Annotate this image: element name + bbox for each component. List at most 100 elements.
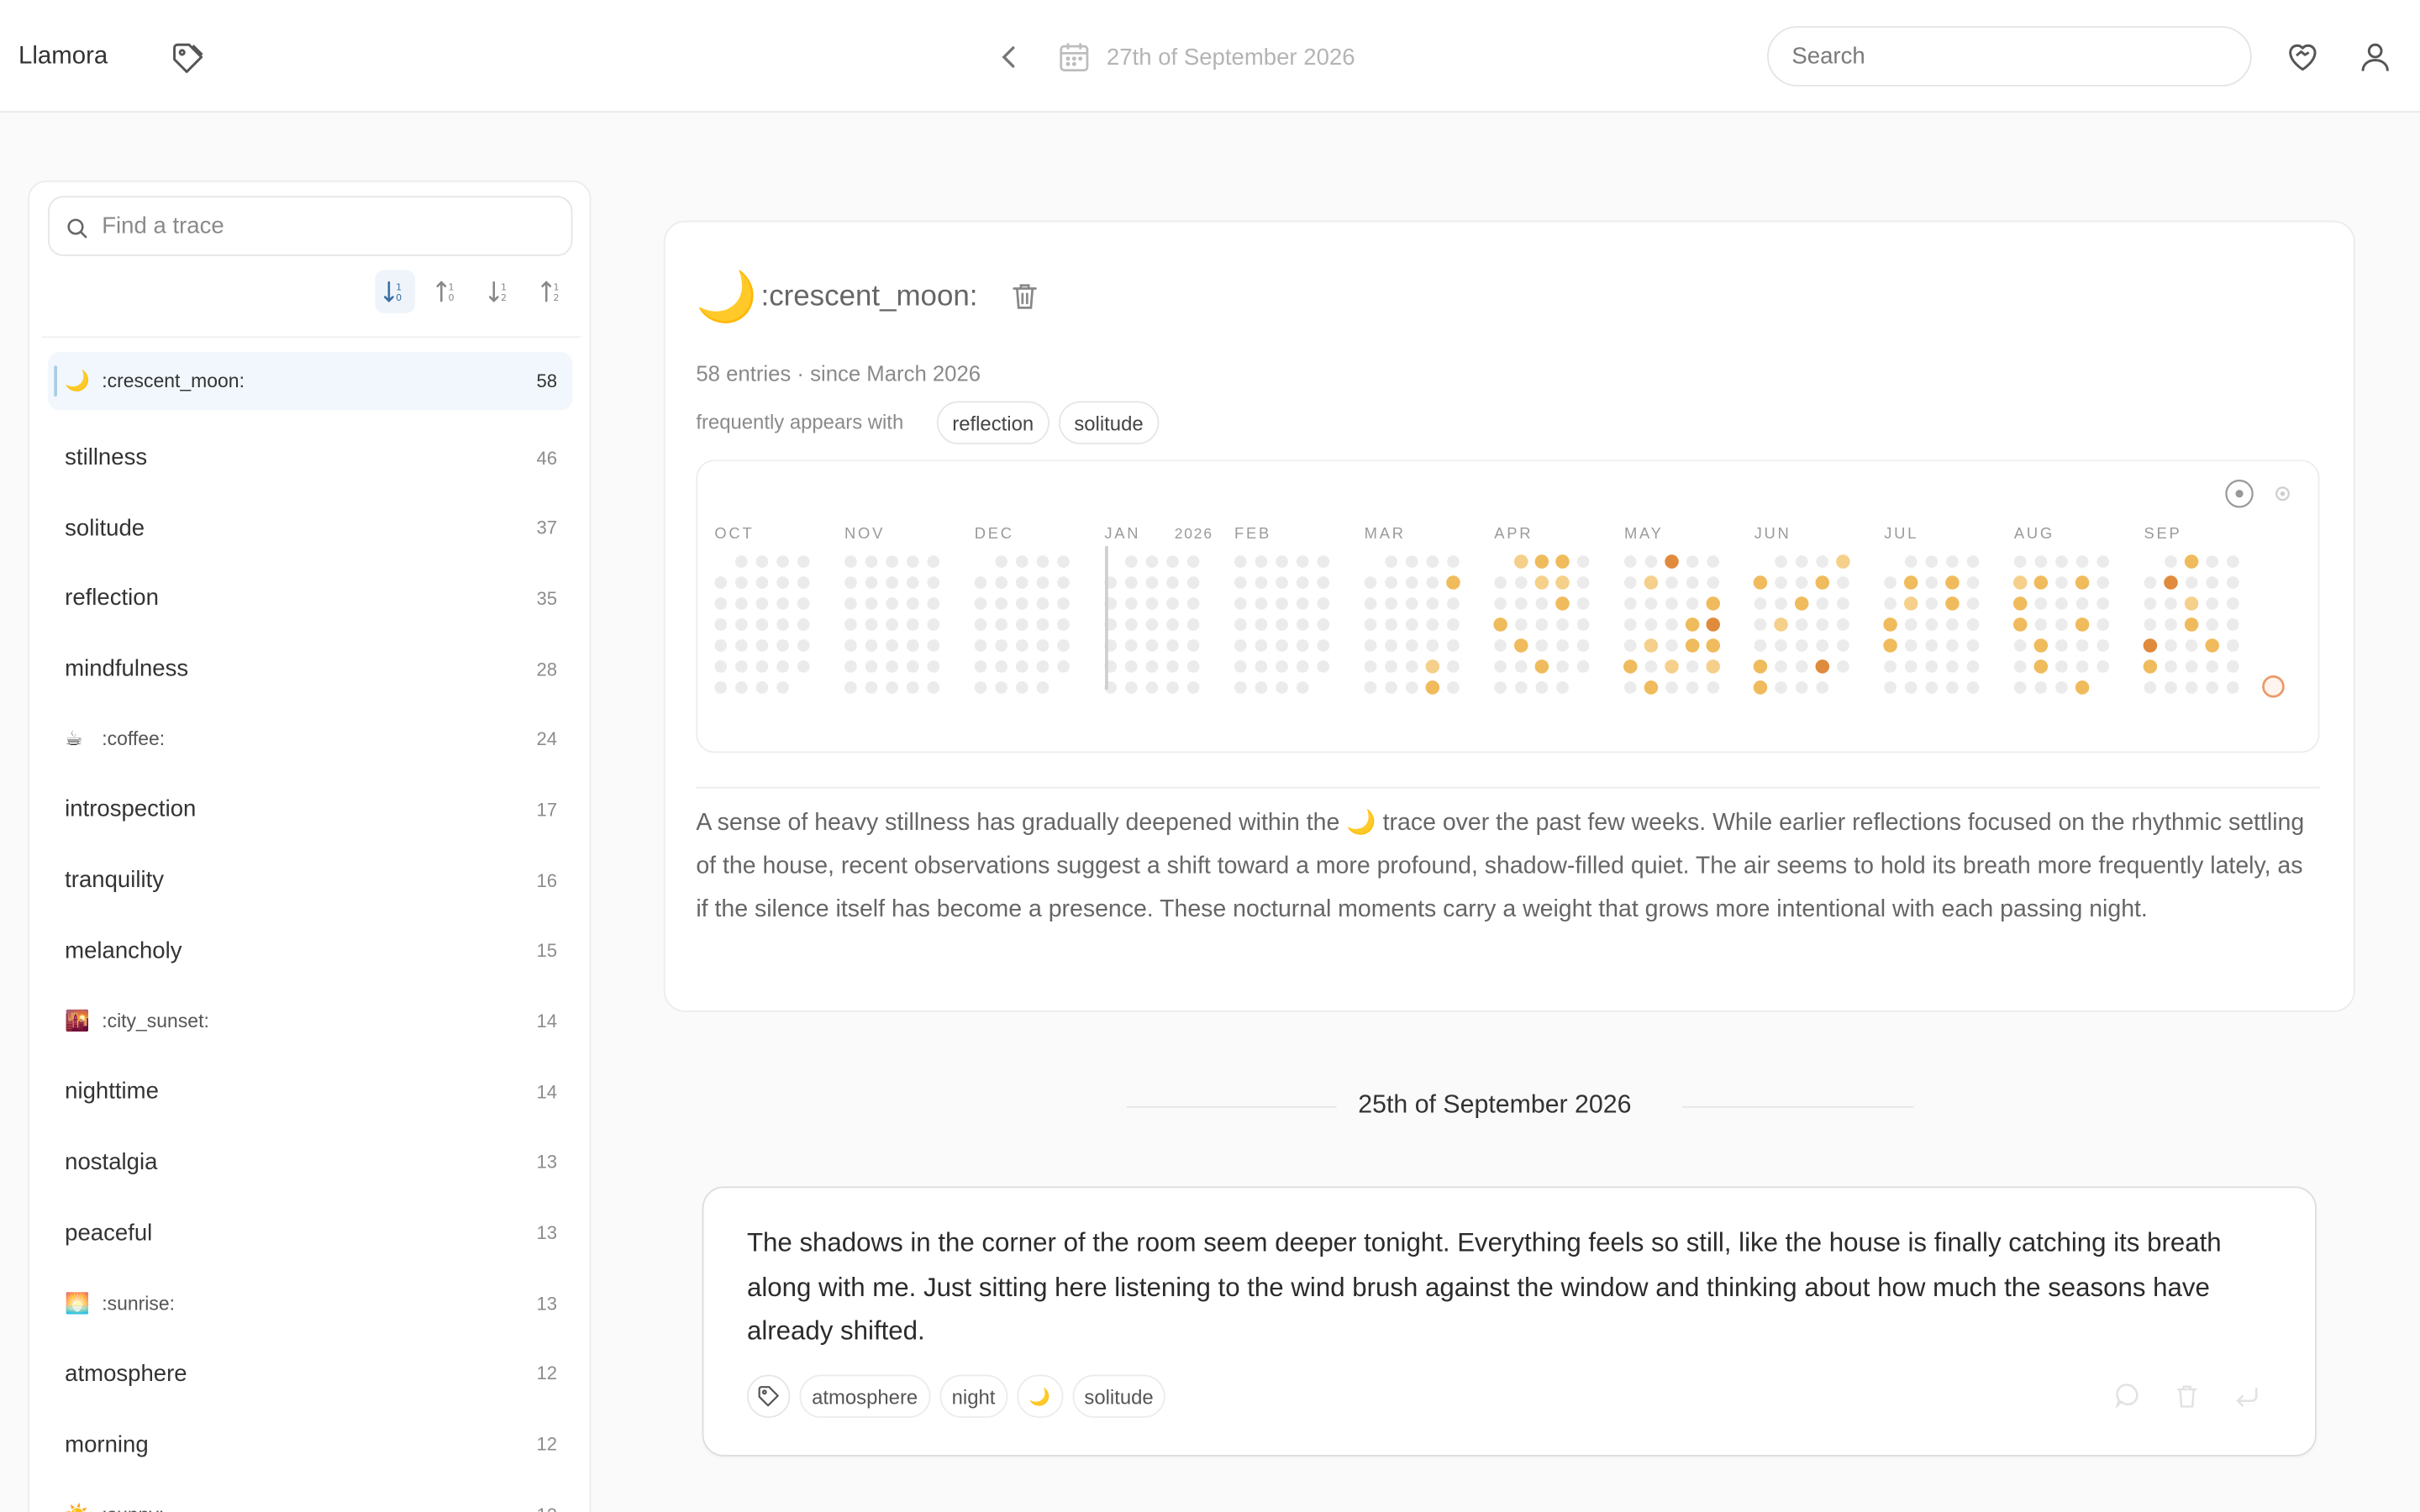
activity-dot[interactable] [1447,597,1460,610]
activity-dot[interactable] [927,576,940,589]
activity-dot-active[interactable] [1706,659,1721,674]
activity-dot[interactable] [1186,555,1200,568]
activity-dot[interactable] [1494,681,1507,694]
activity-dot[interactable] [755,681,769,694]
activity-dot[interactable] [886,555,898,568]
activity-dot[interactable] [1405,555,1418,568]
activity-dot-active[interactable] [2033,575,2049,590]
activity-dot[interactable] [714,576,728,589]
activity-dot[interactable] [1296,660,1309,673]
activity-dot[interactable] [1317,639,1330,652]
activity-dot-active[interactable] [2184,596,2199,611]
heatmap-settings-icon[interactable] [2275,486,2290,501]
activity-dot[interactable] [714,618,728,631]
activity-dot[interactable] [886,576,898,589]
activity-dot[interactable] [1556,660,1569,673]
activity-dot[interactable] [1364,681,1377,694]
activity-dot[interactable] [1015,576,1028,589]
activity-dot[interactable] [1623,555,1637,568]
activity-dot-active[interactable] [1644,575,1659,590]
activity-dot[interactable] [995,660,1007,673]
activity-dot[interactable] [1405,576,1418,589]
activity-dot[interactable] [1405,597,1418,610]
activity-dot[interactable] [1925,618,1939,631]
activity-dot[interactable] [844,597,857,610]
activity-dot[interactable] [1186,597,1200,610]
activity-dot[interactable] [1015,660,1028,673]
activity-dot-active[interactable] [1753,575,1768,590]
activity-dot[interactable] [1364,618,1377,631]
activity-dot[interactable] [974,639,987,652]
activity-dot[interactable] [2013,555,2027,568]
activity-dot[interactable] [2206,618,2219,631]
activity-dot-active[interactable] [2164,575,2178,590]
activity-dot[interactable] [2055,597,2068,610]
activity-dot-active[interactable] [1665,659,1679,674]
activity-dot[interactable] [1145,576,1159,589]
activity-dot[interactable] [844,576,857,589]
activity-dot[interactable] [1816,597,1829,610]
activity-dot-active[interactable] [1836,554,1850,569]
activity-dot[interactable] [1426,555,1439,568]
activity-dot[interactable] [865,660,878,673]
activity-dot[interactable] [1255,639,1268,652]
activity-dot[interactable] [1186,660,1200,673]
activity-dot[interactable] [1884,597,1897,610]
activity-dot[interactable] [797,639,810,652]
activity-dot[interactable] [1623,576,1637,589]
activity-dot[interactable] [797,576,810,589]
activity-dot[interactable] [1837,639,1849,652]
activity-dot[interactable] [1514,576,1528,589]
activity-dot[interactable] [1665,639,1678,652]
activity-dot[interactable] [2055,576,2068,589]
activity-dot[interactable] [1385,555,1397,568]
current-date[interactable]: 27th of September 2026 [1107,45,1355,71]
activity-dot[interactable] [2055,618,2068,631]
activity-dot-active[interactable] [1815,575,1830,590]
activity-dot-active[interactable] [1555,554,1570,569]
activity-dot[interactable] [1775,555,1787,568]
activity-dot[interactable] [1966,576,1980,589]
activity-dot[interactable] [906,639,919,652]
activity-dot[interactable] [1124,639,1138,652]
activity-dot[interactable] [2055,555,2068,568]
activity-dot[interactable] [844,618,857,631]
activity-dot[interactable] [1057,660,1070,673]
activity-dot[interactable] [2226,639,2239,652]
activity-dot[interactable] [2096,618,2110,631]
activity-dot-active[interactable] [1685,638,1700,653]
activity-dot[interactable] [714,681,728,694]
sort-count-asc-icon[interactable]: 10 [428,270,468,312]
activity-dot[interactable] [1426,576,1439,589]
activity-dot[interactable] [1296,555,1309,568]
activity-dot[interactable] [2075,639,2089,652]
activity-dot[interactable] [1707,576,1720,589]
activity-dot[interactable] [1623,681,1637,694]
activity-dot[interactable] [1255,597,1268,610]
activity-dot[interactable] [1925,681,1939,694]
activity-dot[interactable] [1925,597,1939,610]
activity-dot[interactable] [1234,576,1247,589]
activity-dot[interactable] [1644,597,1658,610]
activity-dot[interactable] [755,555,769,568]
related-tag-solitude[interactable]: solitude [1058,401,1160,444]
activity-dot[interactable] [1837,618,1849,631]
activity-dot[interactable] [1015,597,1028,610]
activity-dot[interactable] [1795,639,1808,652]
activity-dot[interactable] [2055,660,2068,673]
activity-dot[interactable] [1317,597,1330,610]
activity-dot[interactable] [865,576,878,589]
activity-dot-active[interactable] [2184,554,2199,569]
activity-dot-active[interactable] [1534,659,1549,674]
activity-dot[interactable] [1904,639,1918,652]
activity-dot[interactable] [1166,681,1179,694]
activity-dot[interactable] [1535,639,1549,652]
activity-dot[interactable] [1276,681,1288,694]
activity-dot[interactable] [1255,576,1268,589]
activity-dot[interactable] [865,681,878,694]
activity-dot[interactable] [735,681,748,694]
trace-item[interactable]: 🌙:crescent_moon: 58 [47,351,573,411]
activity-dot[interactable] [1036,597,1050,610]
activity-dot-active[interactable] [1753,659,1768,674]
activity-dot-active[interactable] [1534,575,1549,590]
